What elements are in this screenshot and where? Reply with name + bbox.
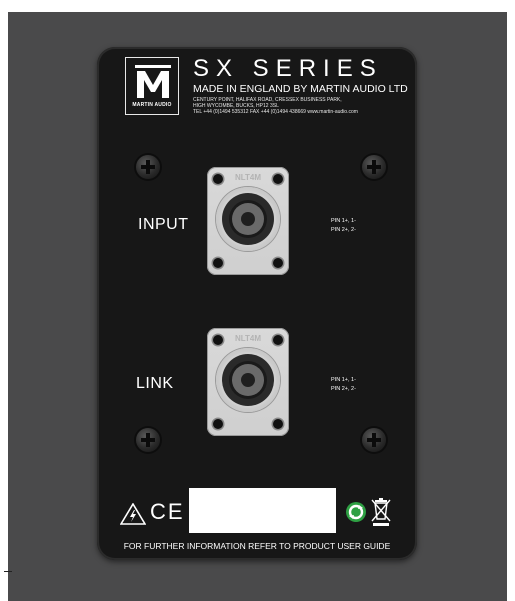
screw-icon <box>362 155 386 179</box>
high-voltage-warning-icon <box>120 503 146 525</box>
socket-core <box>241 212 255 226</box>
connector-model: NLT4M <box>234 173 262 182</box>
ce-mark: CE <box>150 499 185 524</box>
serial-label-area <box>189 488 336 533</box>
mounting-hole <box>213 419 223 429</box>
weee-crossed-bin-icon <box>371 498 391 526</box>
input-label: INPUT <box>138 216 189 233</box>
screw-icon <box>136 428 160 452</box>
link-label: LINK <box>136 375 174 392</box>
rear-panel-plate <box>97 47 417 560</box>
link-speakon-connector[interactable]: NLT4M <box>207 328 289 436</box>
screw-icon <box>136 155 160 179</box>
logo-text: MARTIN AUDIO <box>132 102 172 108</box>
martin-audio-logo: MARTIN AUDIO <box>125 57 179 115</box>
link-pin-line-2: PIN 2+, 2- <box>331 386 356 392</box>
screw-icon <box>362 428 386 452</box>
footer-text: FOR FURTHER INFORMATION REFER TO PRODUCT… <box>123 541 391 551</box>
series-title: SX SERIES <box>193 55 383 82</box>
mounting-hole <box>273 258 283 268</box>
edge-mark <box>4 571 12 572</box>
mounting-hole <box>213 258 223 268</box>
contact-line: TEL +44 (0)1494 535312 FAX +44 (0)1494 4… <box>193 109 358 115</box>
recycle-icon <box>346 502 366 522</box>
input-pin-line-2: PIN 2+, 2- <box>331 227 356 233</box>
made-in-text: MADE IN ENGLAND BY MARTIN AUDIO LTD <box>193 83 408 95</box>
input-speakon-connector[interactable]: NLT4M <box>207 167 289 275</box>
martin-m-logo-icon <box>135 65 171 98</box>
socket-core <box>241 373 255 387</box>
link-pin-line-1: PIN 1+, 1- <box>331 377 356 383</box>
mounting-hole <box>273 419 283 429</box>
connector-model: NLT4M <box>234 334 262 343</box>
input-pin-line-1: PIN 1+, 1- <box>331 218 356 224</box>
